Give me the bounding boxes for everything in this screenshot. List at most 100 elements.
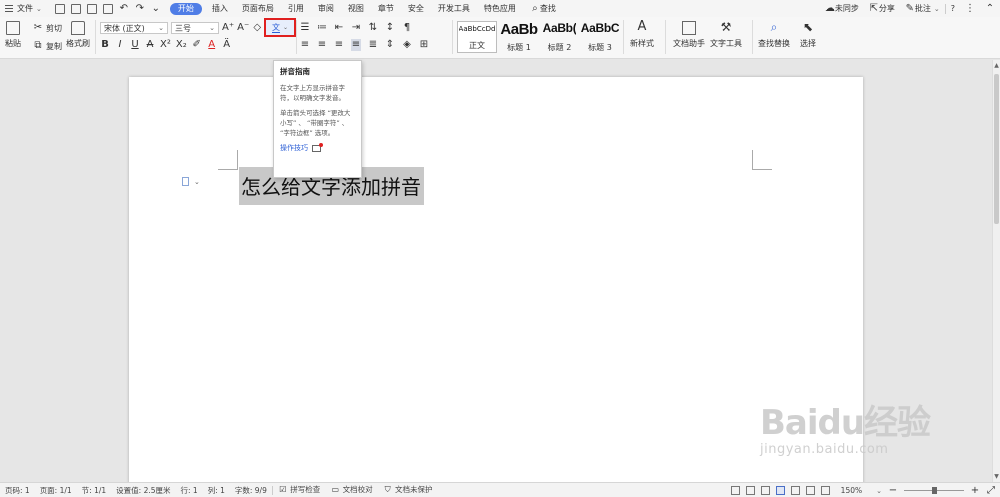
underline-button[interactable]: U	[130, 39, 140, 51]
tab-features[interactable]: 特色应用	[477, 0, 523, 17]
shading-icon[interactable]: ◈	[402, 39, 412, 51]
vertical-scrollbar[interactable]: ▲ ▼	[992, 60, 1000, 482]
tab-chapter[interactable]: 章节	[371, 0, 401, 17]
paragraph-spacing-icon[interactable]: ⇕	[385, 39, 395, 51]
status-pages[interactable]: 页面: 1/1	[35, 485, 77, 496]
subscript-button[interactable]: X₂	[176, 39, 187, 51]
web-view-icon[interactable]	[805, 486, 815, 495]
expand-icon[interactable]: ⤢	[986, 485, 996, 497]
select-button[interactable]: ⬉ 选择	[800, 21, 816, 49]
pinyin-guide-button[interactable]: 文 ⌄	[264, 18, 296, 37]
chevron-down-icon: ⌄	[933, 4, 940, 13]
new-style-button[interactable]: A 新样式	[630, 20, 654, 49]
char-shading-icon[interactable]: Ä	[222, 39, 232, 51]
divider	[665, 20, 666, 54]
show-marks-icon[interactable]: ¶	[402, 22, 412, 34]
align-left-icon[interactable]: ≡	[300, 39, 310, 51]
sync-button[interactable]: ☁ 未同步	[820, 0, 864, 17]
scroll-thumb[interactable]	[994, 74, 999, 224]
numbered-list-icon[interactable]: ≔	[317, 22, 327, 34]
status-word-count[interactable]: 字数: 9/9	[230, 485, 272, 496]
read-mode-icon[interactable]	[745, 486, 755, 495]
zoom-in-icon[interactable]: +	[970, 485, 980, 497]
cut-button[interactable]: ✂ 剪切	[33, 22, 62, 34]
tab-security[interactable]: 安全	[401, 0, 431, 17]
align-right-icon[interactable]: ≡	[334, 39, 344, 51]
edit-mode-icon[interactable]	[760, 486, 770, 495]
status-page-number[interactable]: 页码: 1	[0, 485, 35, 496]
search-button[interactable]: ⌕ 查找	[523, 0, 563, 17]
font-size-select[interactable]: 三号 ⌄	[171, 22, 219, 34]
more-button[interactable]: ⋮	[960, 0, 980, 17]
redo-icon[interactable]: ↷	[135, 3, 145, 15]
tab-home[interactable]: 开始	[169, 2, 202, 15]
tab-page-layout[interactable]: 页面布局	[235, 0, 281, 17]
save-icon[interactable]	[54, 3, 65, 14]
tab-review[interactable]: 审阅	[311, 0, 341, 17]
clear-format-icon[interactable]: ◇	[252, 22, 262, 34]
comment-button[interactable]: ✎ 批注 ⌄	[900, 0, 945, 17]
share-button[interactable]: ⇱ 分享	[864, 0, 900, 17]
outline-view-icon[interactable]	[790, 486, 800, 495]
zoom-level[interactable]: 150%	[836, 486, 867, 495]
font-color-button[interactable]: A	[207, 39, 217, 51]
increase-indent-icon[interactable]: ⇥	[351, 22, 361, 34]
eye-protect-icon[interactable]	[820, 486, 830, 495]
style-heading-2[interactable]: AaBb( 标题 2	[540, 21, 579, 53]
zoom-slider-knob[interactable]	[932, 487, 937, 494]
style-heading-1[interactable]: AaBb 标题 1	[499, 21, 539, 53]
align-center-icon[interactable]: ≡	[317, 39, 327, 51]
protect-status[interactable]: ⛉ 文档未保护	[378, 484, 438, 496]
shrink-font-icon[interactable]: A⁻	[237, 22, 249, 34]
chevron-down-icon[interactable]: ⌄	[876, 487, 882, 495]
style-normal[interactable]: AaBbCcDd 正文	[457, 21, 497, 53]
document-page[interactable]: ⌄ 怎么给文字添加拼音	[129, 77, 863, 487]
status-section[interactable]: 节: 1/1	[77, 485, 111, 496]
italic-button[interactable]: I	[115, 39, 125, 51]
justify-icon[interactable]: ≡	[351, 39, 361, 51]
doc-assistant-button[interactable]: 文档助手	[673, 21, 705, 49]
bullet-list-icon[interactable]: ☰	[300, 22, 310, 34]
scroll-down-icon[interactable]: ▼	[993, 473, 1000, 480]
line-spacing-icon[interactable]: ↕	[385, 22, 395, 34]
borders-icon[interactable]: ⊞	[419, 39, 429, 51]
fullscreen-icon[interactable]	[730, 486, 740, 495]
export-pdf-icon[interactable]	[70, 3, 81, 14]
spell-check-button[interactable]: ☑ 拼写检查	[273, 484, 325, 496]
print-icon[interactable]	[86, 3, 97, 14]
sort-icon[interactable]: ⇅	[368, 22, 378, 34]
style-heading-3[interactable]: AaBbC 标题 3	[580, 21, 620, 53]
copy-button[interactable]: ⧉ 复制	[33, 40, 62, 52]
tab-insert[interactable]: 插入	[205, 0, 235, 17]
shield-icon: ⛉	[384, 485, 391, 494]
distribute-icon[interactable]: ≣	[368, 39, 378, 51]
tab-references[interactable]: 引用	[281, 0, 311, 17]
tab-developer[interactable]: 开发工具	[431, 0, 477, 17]
print-preview-icon[interactable]	[102, 3, 113, 14]
paste-button[interactable]: 粘贴	[5, 21, 21, 49]
decrease-indent-icon[interactable]: ⇤	[334, 22, 344, 34]
file-menu[interactable]: 文件 ⌄	[0, 0, 49, 17]
status-setting[interactable]: 设置值: 2.5厘米	[111, 485, 175, 496]
zoom-slider[interactable]	[904, 487, 964, 494]
strikethrough-button[interactable]: A	[145, 39, 155, 51]
font-name-select[interactable]: 宋体 (正文) ⌄	[100, 22, 168, 34]
superscript-button[interactable]: X²	[160, 39, 171, 51]
find-replace-button[interactable]: ⌕ 查找替换	[758, 21, 790, 49]
format-painter-button[interactable]: 格式刷	[66, 21, 90, 49]
page-view-icon[interactable]	[775, 486, 785, 495]
zoom-out-icon[interactable]: −	[888, 485, 898, 497]
highlight-icon[interactable]: ✐	[192, 39, 202, 51]
collapse-ribbon-button[interactable]: ⌃	[980, 0, 1000, 17]
undo-icon[interactable]: ↶	[119, 3, 129, 15]
grow-font-icon[interactable]: A⁺	[222, 22, 234, 34]
bold-button[interactable]: B	[100, 39, 110, 51]
scroll-up-icon[interactable]: ▲	[993, 62, 1000, 69]
paragraph-handle[interactable]: ⌄	[182, 177, 200, 186]
customize-icon[interactable]: ⌄	[151, 3, 161, 15]
help-button[interactable]: ?	[946, 0, 960, 17]
proofread-button[interactable]: ▭ 文档校对	[325, 484, 377, 496]
text-tool-button[interactable]: ⚒ 文字工具	[710, 21, 742, 49]
tips-link[interactable]: 操作技巧	[280, 142, 355, 153]
tab-view[interactable]: 视图	[341, 0, 371, 17]
